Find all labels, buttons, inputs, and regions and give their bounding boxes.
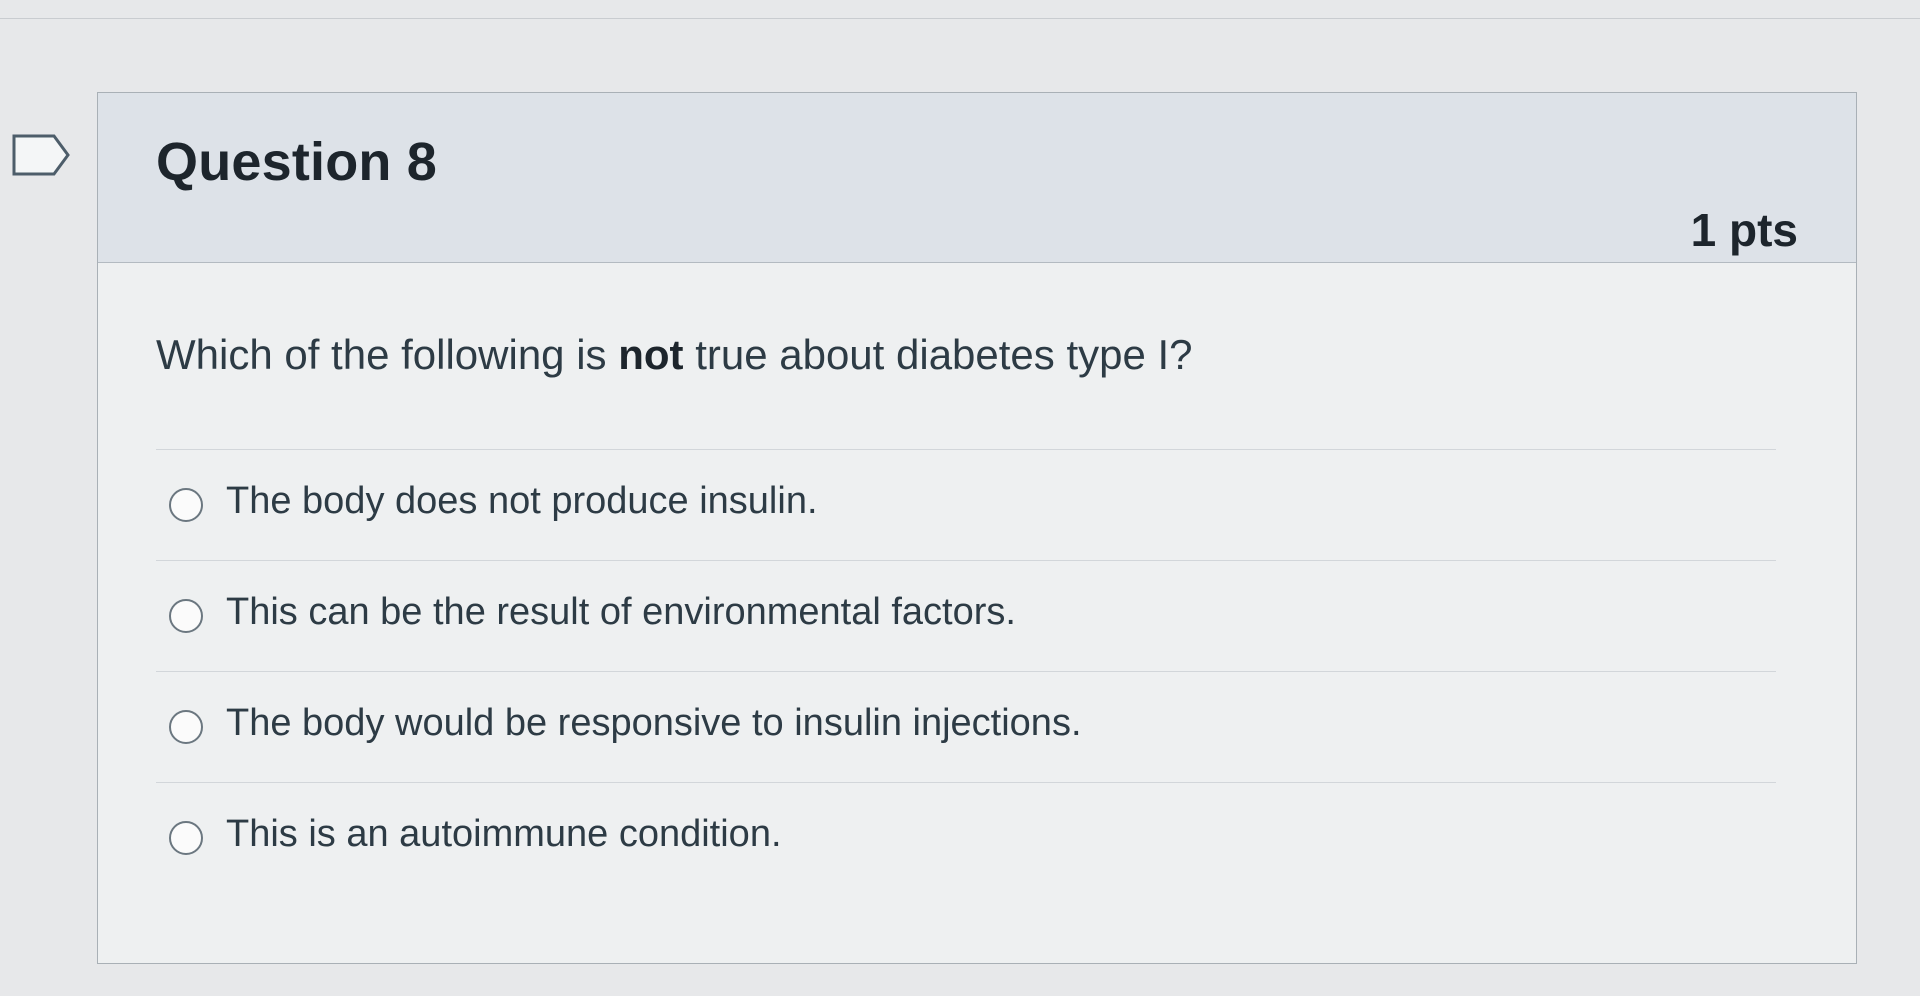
flag-outline-icon[interactable] (12, 134, 70, 176)
question-prompt: Which of the following is not true about… (156, 331, 1193, 379)
answer-label[interactable]: The body would be responsive to insulin … (226, 702, 1082, 745)
top-divider (0, 18, 1920, 19)
question-prompt-emphasis: not (618, 331, 684, 378)
question-points: 1 pts (1690, 204, 1798, 256)
answer-label[interactable]: The body does not produce insulin. (226, 480, 818, 523)
answer-label[interactable]: This can be the result of environmental … (226, 591, 1016, 634)
question-card: Question 8 1 pts Which of the following … (97, 92, 1857, 964)
answer-option-4[interactable]: This is an autoimmune condition. (156, 782, 1776, 893)
answer-option-3[interactable]: The body would be responsive to insulin … (156, 671, 1776, 782)
question-prompt-after: true about diabetes type I? (695, 331, 1193, 378)
radio-button[interactable] (169, 599, 203, 633)
question-title: Question 8 (156, 132, 438, 192)
answer-list: The body does not produce insulin. This … (156, 449, 1776, 893)
answer-option-1[interactable]: The body does not produce insulin. (156, 449, 1776, 560)
radio-button[interactable] (169, 710, 203, 744)
question-prompt-before: Which of the following is (156, 331, 619, 378)
question-header: Question 8 1 pts (98, 93, 1856, 263)
radio-button[interactable] (169, 821, 203, 855)
answer-option-2[interactable]: This can be the result of environmental … (156, 560, 1776, 671)
answer-label[interactable]: This is an autoimmune condition. (226, 813, 782, 856)
radio-button[interactable] (169, 488, 203, 522)
